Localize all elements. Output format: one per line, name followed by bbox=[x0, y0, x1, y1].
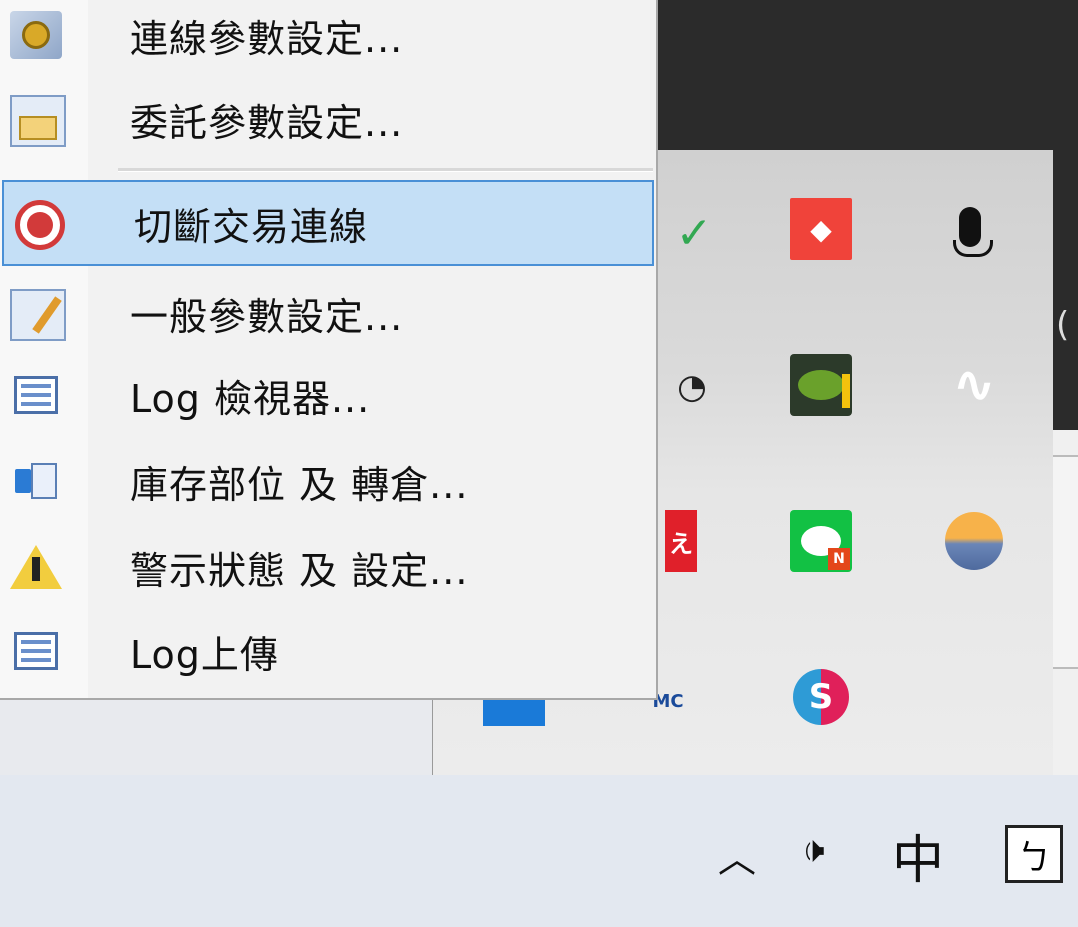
log-upload-icon bbox=[10, 627, 62, 675]
background-window bbox=[600, 0, 1078, 160]
menu-item-label: Log上傳 bbox=[130, 632, 279, 677]
show-hidden-icons-chevron-icon[interactable]: ︿ bbox=[718, 828, 756, 883]
menu-item-log-viewer[interactable]: Log 檢視器... bbox=[0, 352, 655, 438]
wifi-icon[interactable]: ◔ bbox=[661, 356, 723, 418]
check-icon[interactable]: ✓ bbox=[663, 202, 725, 264]
skype-icon[interactable]: S bbox=[790, 666, 852, 728]
menu-item-label: 一般參數設定... bbox=[130, 294, 404, 339]
line-icon[interactable]: N bbox=[790, 510, 852, 572]
menu-item-log-upload[interactable]: Log上傳 bbox=[0, 608, 655, 694]
inventory-icon bbox=[10, 457, 62, 505]
log-viewer-icon bbox=[10, 371, 62, 419]
volume-icon[interactable]: 🕩 bbox=[802, 830, 825, 872]
order-settings-icon bbox=[10, 95, 66, 147]
menu-item-connection-settings[interactable]: 連線參數設定... bbox=[0, 0, 655, 78]
app-red-icon[interactable]: え bbox=[665, 510, 697, 572]
menu-item-disconnect[interactable]: 切斷交易連線 bbox=[2, 180, 654, 266]
background-window-edge: ( bbox=[1052, 0, 1078, 775]
context-menu: 連線參數設定... 委託參數設定... 切斷交易連線 一般參數設定... Log… bbox=[0, 0, 658, 700]
general-settings-icon bbox=[10, 289, 66, 341]
menu-item-label: 警示狀態 及 設定... bbox=[130, 548, 469, 593]
anydesk-icon[interactable]: ◆ bbox=[790, 198, 852, 260]
microphone-icon[interactable] bbox=[939, 196, 1001, 258]
app-blue-icon[interactable] bbox=[483, 700, 545, 726]
menu-item-label: 庫存部位 及 轉倉... bbox=[130, 462, 469, 507]
menu-item-warning-settings[interactable]: 警示狀態 及 設定... bbox=[0, 524, 655, 610]
menu-item-label: 切斷交易連線 bbox=[134, 204, 369, 249]
keys-settings-icon bbox=[10, 11, 62, 59]
input-mode-indicator[interactable]: ㄅ bbox=[1005, 825, 1063, 883]
disconnect-icon bbox=[14, 200, 66, 250]
wave-icon[interactable]: ∿ bbox=[943, 354, 1005, 416]
menu-item-general-settings[interactable]: 一般參數設定... bbox=[0, 270, 655, 356]
menu-item-inventory[interactable]: 庫存部位 及 轉倉... bbox=[0, 438, 655, 524]
ime-mode-indicator[interactable]: 中 bbox=[892, 818, 944, 893]
warning-icon bbox=[10, 543, 62, 591]
menu-item-label: Log 檢視器... bbox=[130, 376, 371, 421]
weather-icon[interactable] bbox=[943, 510, 1005, 572]
menu-item-label: 連線參數設定... bbox=[130, 16, 404, 61]
menu-item-label: 委託參數設定... bbox=[130, 100, 404, 145]
menu-item-order-settings[interactable]: 委託參數設定... bbox=[0, 76, 655, 162]
menu-separator bbox=[118, 168, 653, 172]
nvidia-icon[interactable] bbox=[790, 354, 852, 416]
